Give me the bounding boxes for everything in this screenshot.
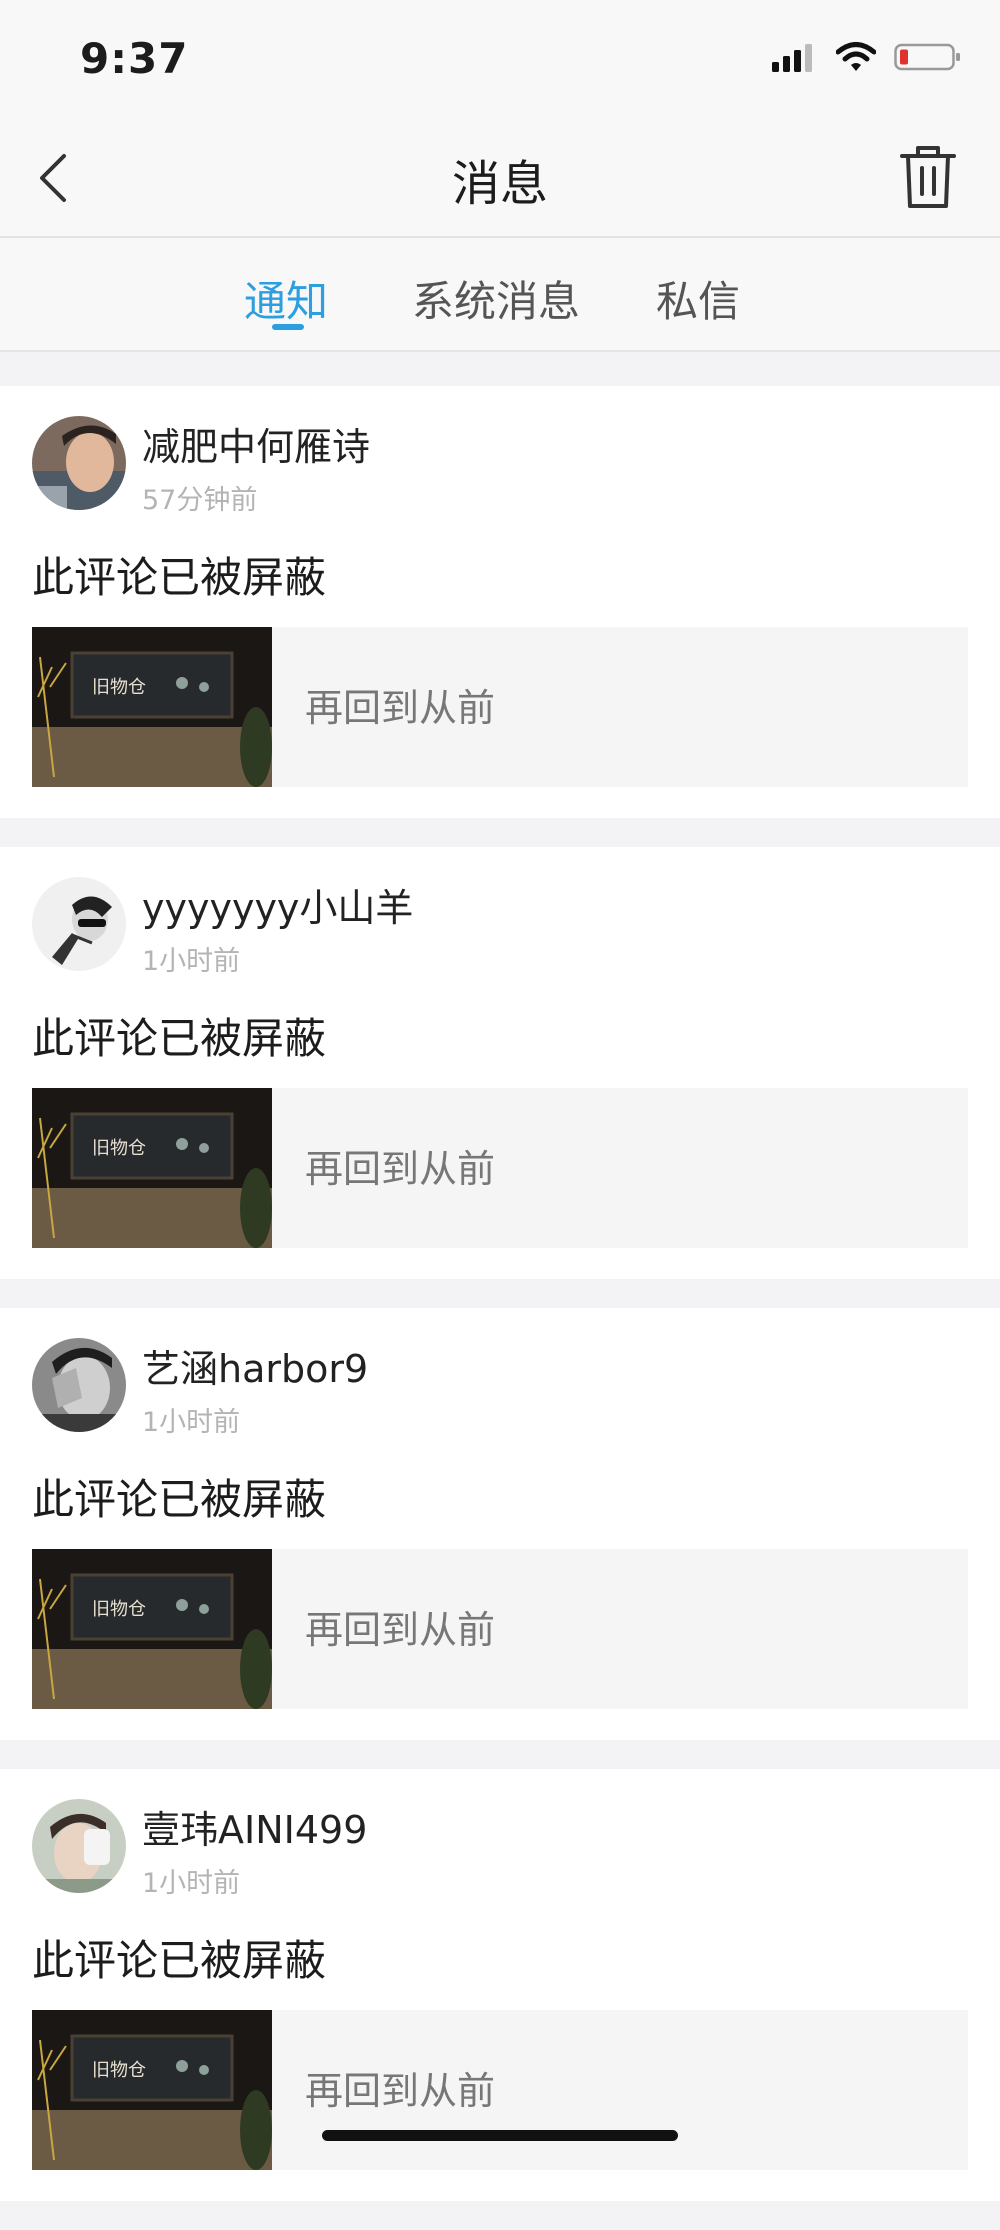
timestamp: 1小时前 [142,946,241,977]
svg-text:旧物仓: 旧物仓 [92,2060,146,2081]
avatar[interactable] [32,877,126,971]
timestamp: 1小时前 [142,1868,241,1899]
quoted-post-title: 再回到从前 [305,686,496,730]
status-time: 9:37 [80,34,189,83]
status-bar: 9:37 [0,0,1000,120]
comment-text: 此评论已被屏蔽 [32,553,327,602]
timestamp: 1小时前 [142,1407,241,1438]
quoted-post[interactable]: 旧物仓 再回到从前 [32,2010,968,2170]
post-thumbnail: 旧物仓 [32,1549,272,1709]
quoted-post-title: 再回到从前 [305,2069,496,2113]
avatar[interactable] [32,416,126,510]
battery-low-icon [894,43,960,71]
nav-bar: 消息 [0,120,1000,238]
svg-text:旧物仓: 旧物仓 [92,1138,146,1159]
active-tab-indicator [272,324,304,330]
quoted-post[interactable]: 旧物仓 再回到从前 [32,1088,968,1248]
quoted-post-title: 再回到从前 [305,1147,496,1191]
tab-bar: 通知 系统消息 私信 [0,238,1000,352]
tab-private-messages[interactable]: 私信 [656,268,740,329]
username[interactable]: 壹玮AINI499 [142,1799,367,1854]
tab-system-messages[interactable]: 系统消息 [412,268,580,329]
notification-item[interactable]: 艺涵harbor9 1小时前 此评论已被屏蔽 旧物仓 再回到从前 [0,1308,1000,1740]
notification-item[interactable]: 减肥中何雁诗 57分钟前 此评论已被屏蔽 旧物仓 再回到从前 [0,386,1000,818]
notification-list: 减肥中何雁诗 57分钟前 此评论已被屏蔽 旧物仓 再回到从前 yyyyyyy小山… [0,386,1000,2230]
quoted-post[interactable]: 旧物仓 再回到从前 [32,1549,968,1709]
quoted-post[interactable]: 旧物仓 再回到从前 [32,627,968,787]
comment-text: 此评论已被屏蔽 [32,1475,327,1524]
avatar[interactable] [32,1799,126,1893]
status-icons [772,42,962,72]
username[interactable]: yyyyyyy小山羊 [142,877,413,932]
username[interactable]: 减肥中何雁诗 [142,416,370,471]
tab-notifications[interactable]: 通知 [244,268,328,329]
home-indicator[interactable] [322,2130,678,2141]
page-title: 消息 [451,156,548,212]
post-thumbnail: 旧物仓 [32,627,272,787]
comment-text: 此评论已被屏蔽 [32,1936,327,1985]
post-thumbnail: 旧物仓 [32,2010,272,2170]
trash-icon[interactable] [896,142,960,212]
comment-text: 此评论已被屏蔽 [32,1014,327,1063]
notification-item[interactable]: yyyyyyy小山羊 1小时前 此评论已被屏蔽 旧物仓 再回到从前 [0,847,1000,1279]
avatar[interactable] [32,1338,126,1432]
post-thumbnail: 旧物仓 [32,1088,272,1248]
quoted-post-title: 再回到从前 [305,1608,496,1652]
wifi-icon [836,42,876,71]
username[interactable]: 艺涵harbor9 [142,1338,368,1393]
svg-text:旧物仓: 旧物仓 [92,1599,146,1620]
timestamp: 57分钟前 [142,485,258,516]
svg-text:旧物仓: 旧物仓 [92,677,146,698]
signal-icon [772,44,812,72]
